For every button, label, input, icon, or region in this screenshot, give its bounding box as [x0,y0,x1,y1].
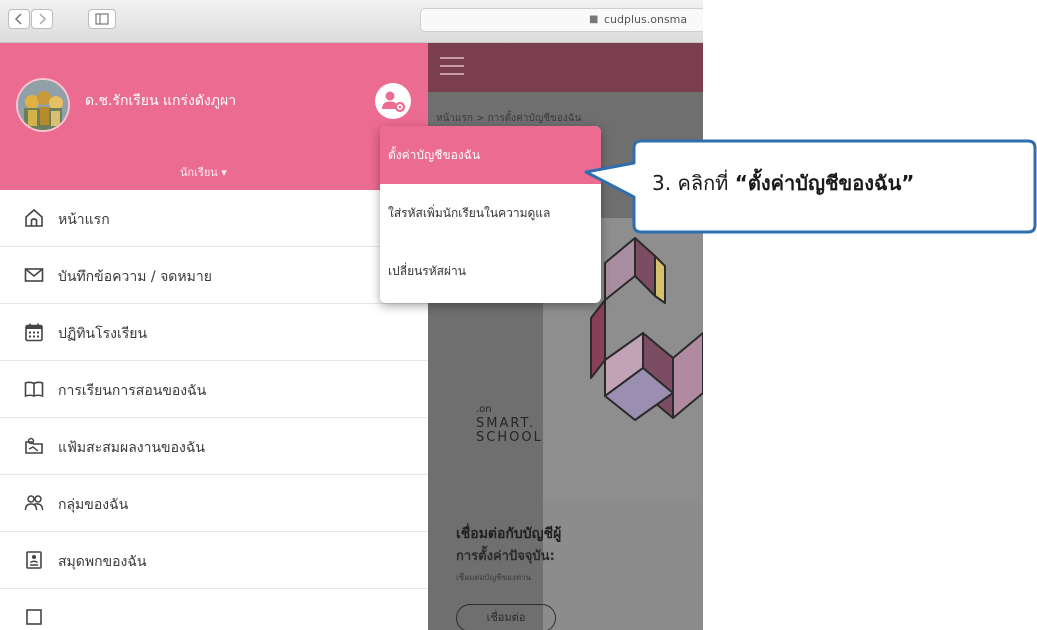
instruction-callout: 3. คลิกที่ “ตั้งค่าบัญชีของฉัน” [652,167,914,199]
group-icon [24,495,44,511]
mail-icon [24,268,44,282]
sidebar-icon [95,13,109,25]
sidebar-item-label: หน้าแรก [58,212,110,228]
sidebar-item-label: สมุดพกของฉัน [58,554,147,570]
breadcrumb: หน้าแรก > การตั้งค่าบัญชีของฉัน [436,113,582,124]
user-name[interactable]: ด.ช.รักเรียน แกร่งดังภูผา [85,90,236,112]
chevron-left-icon [14,13,22,25]
chevron-right-icon [39,13,47,25]
top-bar [428,43,703,92]
portfolio-icon [25,437,43,454]
sidebar-item-my-groups[interactable]: กลุ่มของฉัน [0,475,428,532]
role-selector[interactable]: นักเรียน ▾ [180,163,227,181]
logo-on-text: .on [476,404,492,415]
sidebar-item-label: ปฏิทินโรงเรียน [58,326,148,342]
sidebar-item-my-notebook[interactable]: สมุดพกของฉัน [0,532,428,589]
sidebar-item-label: บันทึกข้อความ / จดหมาย [58,269,212,285]
avatar-image [18,80,68,130]
account-dropdown-menu: ตั้งค่าบัญชีของฉัน ใส่รหัสเพิ่มนักเรียนใ… [380,126,601,303]
address-bar[interactable]: ■ cudplus.onsma [420,8,703,32]
sidebar-item-calendar[interactable]: ปฏิทินโรงเรียน [0,304,428,361]
sidebar-item-home[interactable]: หน้าแรก [0,190,428,247]
connect-title: เชื่อมต่อกับบัญชีผู้ [456,526,562,542]
sidebar-item-partial[interactable] [0,589,428,630]
sidebar-toggle-button[interactable] [88,9,116,29]
app-window: ■ cudplus.onsma ด.ช.รักเรียน แกร่งดังภูผ… [0,0,703,630]
callout-prefix: 3. คลิกที่ [652,171,735,195]
forward-button[interactable] [31,9,53,29]
menu-item-change-password[interactable]: เปลี่ยนรหัสผ่าน [380,242,601,300]
connect-description: เชื่อมต่อบัญชีของท่าน [456,573,531,582]
logo-line2: SCHOOL [476,430,543,445]
url-text: cudplus.onsma [604,13,688,26]
callout-highlight: “ตั้งค่าบัญชีของฉัน” [734,171,915,195]
back-button[interactable] [8,9,30,29]
avatar[interactable] [18,80,68,130]
book-icon [24,381,44,398]
connect-button[interactable]: เชื่อมต่อ [456,604,556,630]
notebook-icon [26,551,42,569]
home-icon [25,208,43,227]
menu-icon[interactable] [440,57,464,75]
user-gear-icon [382,91,406,113]
menu-item-add-student-code[interactable]: ใส่รหัสเพิ่มนักเรียนในความดูแล [380,184,601,242]
sidebar-item-portfolio[interactable]: แฟ้มสะสมผลงานของฉัน [0,418,428,475]
current-setting: การตั้งค่าปัจจุบัน: [456,549,555,564]
partial-icon [26,609,42,625]
calendar-icon [25,323,43,342]
logo-text: .on SMART. SCHOOL [476,403,543,445]
sidebar: ด.ช.รักเรียน แกร่งดังภูผา นักเรียน ▾ หน้… [0,43,428,630]
browser-toolbar: ■ cudplus.onsma [0,0,703,43]
sidebar-item-messages[interactable]: บันทึกข้อความ / จดหมาย [0,247,428,304]
sidebar-item-my-learning[interactable]: การเรียนการสอนของฉัน [0,361,428,418]
lock-icon: ■ [589,14,599,25]
logo-line1: SMART. [476,416,535,431]
sidebar-item-label: กลุ่มของฉัน [58,497,129,513]
menu-item-account-settings[interactable]: ตั้งค่าบัญชีของฉัน [380,126,601,184]
sidebar-item-label: แฟ้มสะสมผลงานของฉัน [58,440,205,456]
sidebar-item-label: การเรียนการสอนของฉัน [58,383,207,399]
account-settings-button[interactable] [375,83,411,119]
sidebar-header: ด.ช.รักเรียน แกร่งดังภูผา นักเรียน ▾ [0,43,428,190]
